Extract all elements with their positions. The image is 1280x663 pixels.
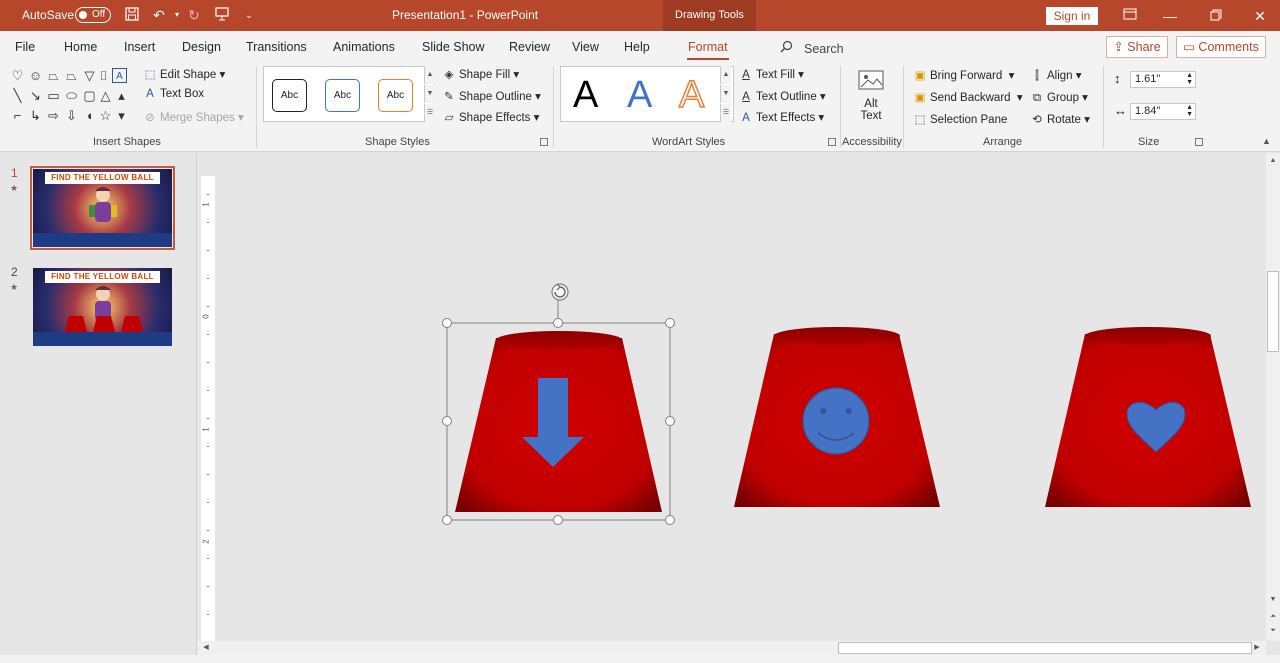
- vertical-scroll-thumb[interactable]: [1267, 271, 1279, 352]
- scroll-up-icon[interactable]: ▲: [1267, 155, 1279, 167]
- horizontal-scroll-thumb[interactable]: [838, 642, 1252, 654]
- scroll-right-icon[interactable]: ▶: [1251, 642, 1263, 654]
- slide-content: [442, 283, 1251, 525]
- scroll-down-icon[interactable]: ▼: [1267, 594, 1279, 606]
- rotate-handle-icon[interactable]: [551, 283, 569, 301]
- cup-with-arrow[interactable]: [455, 331, 662, 512]
- status-bar: [0, 655, 1280, 663]
- cup-with-heart[interactable]: [1045, 327, 1251, 507]
- vertical-scrollbar[interactable]: ▲ ▼ ⏶ ⏷: [1266, 153, 1280, 641]
- scroll-left-icon[interactable]: ◀: [200, 642, 212, 654]
- cup-with-smiley[interactable]: [734, 327, 940, 507]
- horizontal-scrollbar[interactable]: ◀ ▶: [197, 641, 1266, 655]
- previous-slide-icon[interactable]: ⏶: [1267, 611, 1279, 623]
- next-slide-icon[interactable]: ⏷: [1267, 625, 1279, 637]
- smiley-face-shape[interactable]: [802, 387, 870, 455]
